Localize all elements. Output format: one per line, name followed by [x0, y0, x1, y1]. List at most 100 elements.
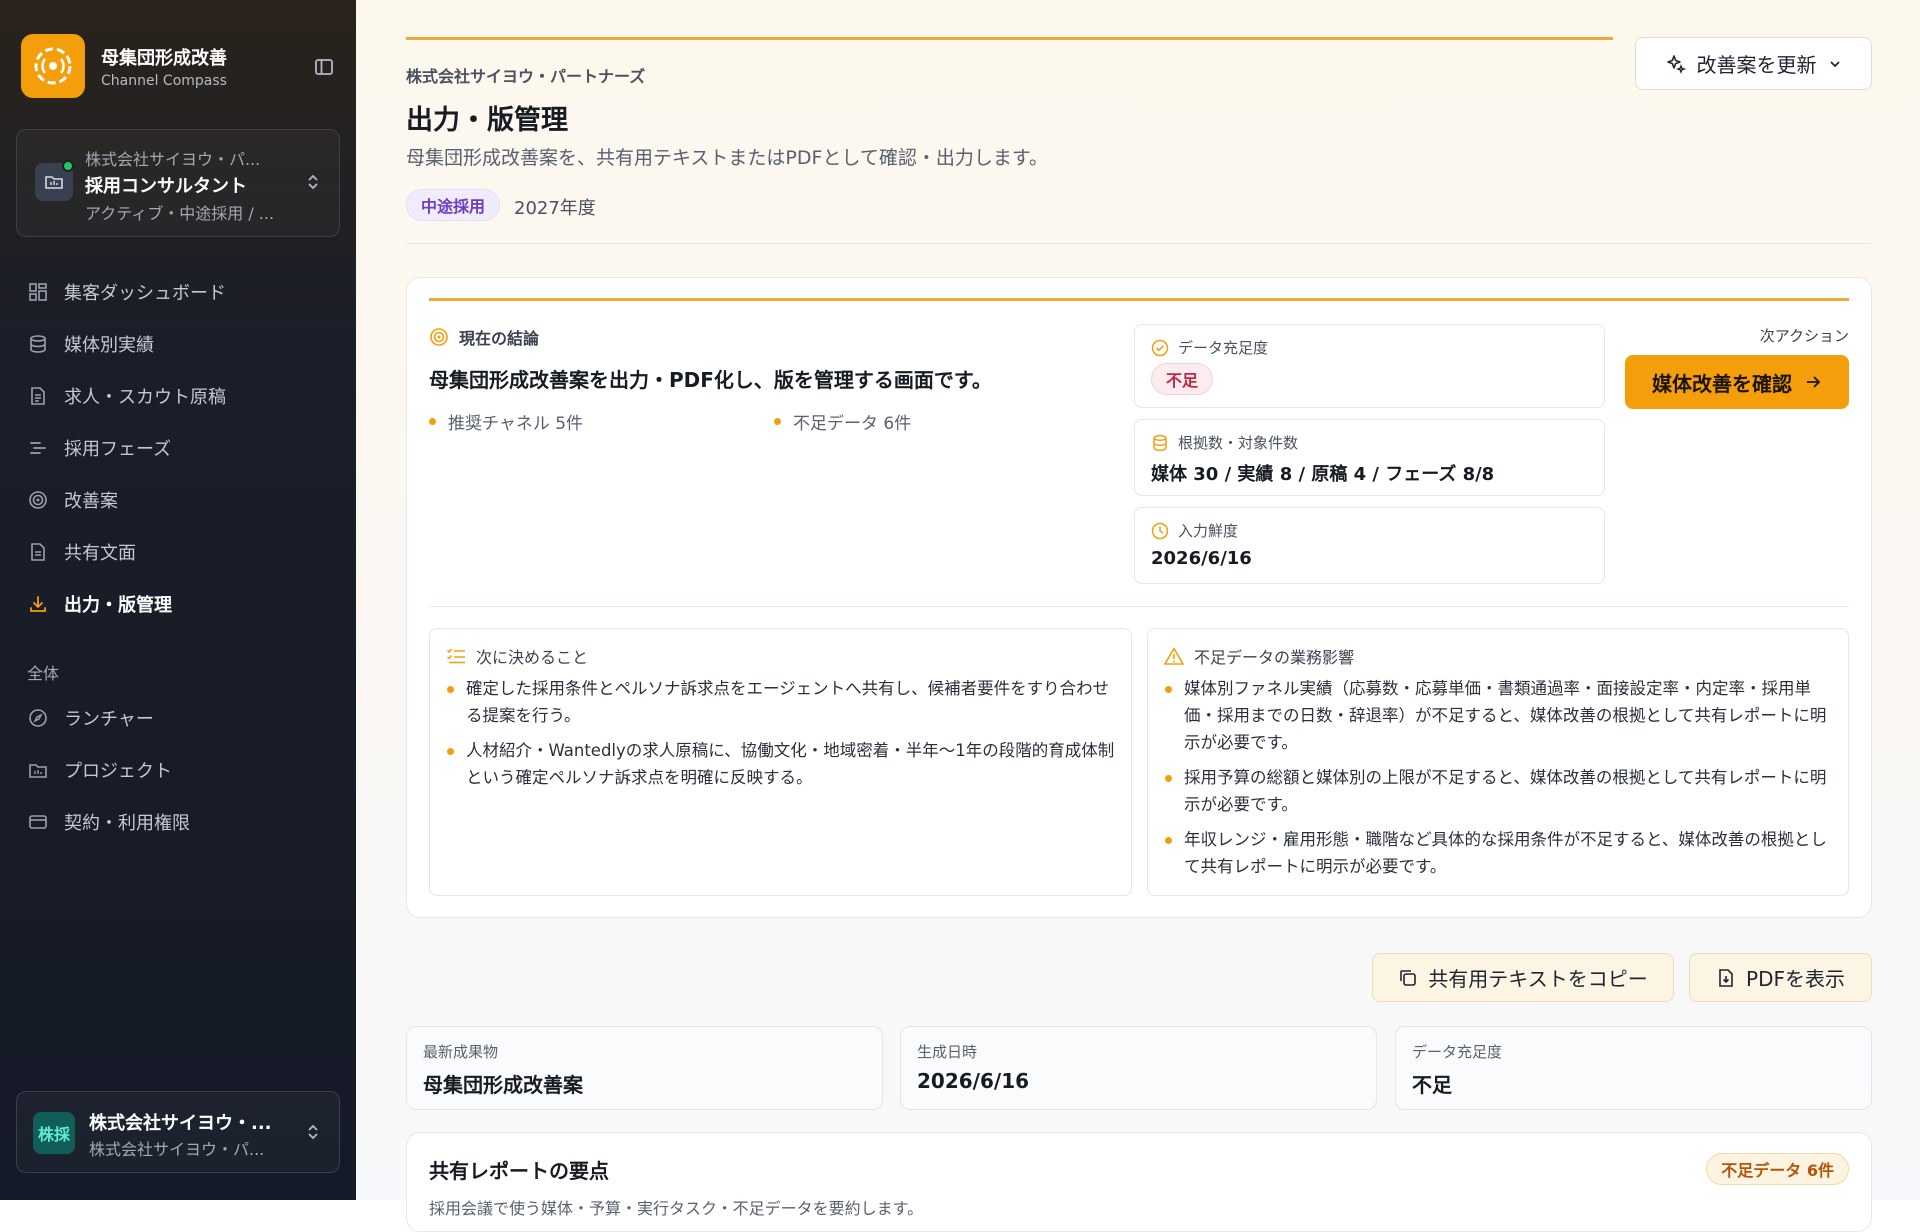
- nav-label: 共有文面: [64, 543, 136, 564]
- nav-item-output-versions[interactable]: 出力・版管理: [16, 578, 340, 630]
- main-content: 株式会社サイヨウ・パートナーズ 出力・版管理 母集団形成改善案を、共有用テキスト…: [356, 0, 1920, 1232]
- panel-title-text: 次に決めること: [476, 648, 589, 667]
- nav-item-projects[interactable]: プロジェクト: [16, 744, 340, 796]
- app-subtitle: Channel Compass: [101, 72, 227, 89]
- brand[interactable]: 母集団形成改善 Channel Compass: [21, 34, 341, 98]
- card-icon: [29, 815, 47, 829]
- workspace-switcher[interactable]: 株式会社サイヨウ・パ... 採用コンサルタント アクティブ・中途採用 / ...: [16, 129, 340, 237]
- clock-icon: [1151, 522, 1169, 539]
- copy-button-label: 共有用テキストをコピー: [1428, 967, 1648, 991]
- nav-label: 改善案: [64, 491, 118, 512]
- summary-card: 現在の結論 母集団形成改善案を出力・PDF化し、版を管理する画面です。 推奨チャ…: [406, 277, 1872, 918]
- panel-title-text: 不足データの業務影響: [1194, 648, 1355, 667]
- account-avatar: 株採: [33, 1112, 75, 1154]
- info-label: 生成日時: [917, 1043, 978, 1061]
- warning-icon: [1164, 647, 1184, 665]
- list-item: 採用予算の総額と媒体別の上限が不足すると、媒体改善の根拠として共有レポートに明示…: [1164, 764, 1832, 818]
- next-action-button-label: 媒体改善を確認: [1652, 371, 1792, 396]
- broadcast-icon: [34, 47, 72, 85]
- nav-item-contracts[interactable]: 契約・利用権限: [16, 796, 340, 848]
- data-sufficiency-box: データ充足度 不足: [1134, 324, 1605, 408]
- panel-title: 不足データの業務影響: [1164, 644, 1354, 668]
- sidebar: 母集団形成改善 Channel Compass 株式会社サイヨウ・パ... 採用…: [0, 0, 356, 1200]
- copy-icon: [1400, 969, 1417, 986]
- metric-label-text: データ充足度: [1178, 339, 1269, 357]
- nav-item-shared-text[interactable]: 共有文面: [16, 526, 340, 578]
- divider: [406, 243, 1871, 244]
- target-icon: [29, 491, 47, 509]
- main-nav: 集客ダッシュボード 媒体別実績 求人・スカウト原稿 採用フェーズ 改善案 共有文…: [16, 266, 340, 630]
- fiscal-year: 2027年度: [514, 198, 596, 219]
- missing-data-badge: 不足データ 6件: [1706, 1153, 1849, 1185]
- document-icon: [31, 387, 45, 405]
- list-item: 確定した採用条件とペルソナ訴求点をエージェントへ共有し、候補者要件をすり合わせる…: [446, 675, 1115, 729]
- nav-label: 採用フェーズ: [64, 439, 172, 460]
- info-value: 2026/6/16: [917, 1069, 1030, 1093]
- sparkles-icon: [1666, 54, 1686, 74]
- evidence-box: 根拠数・対象件数 媒体 30 / 実績 8 / 原稿 4 / フェーズ 8/8: [1134, 419, 1605, 496]
- panel-title: 次に決めること: [446, 644, 588, 668]
- account-switcher[interactable]: 株採 株式会社サイヨウ・... 株式会社サイヨウ・パ...: [16, 1091, 340, 1173]
- impact-list: 媒体別ファネル実績（応募数・応募単価・書類通過率・面接設定率・内定率・採用単価・…: [1164, 675, 1832, 888]
- list-item: 媒体別ファネル実績（応募数・応募単価・書類通過率・面接設定率・内定率・採用単価・…: [1164, 675, 1832, 756]
- database-icon: [30, 335, 46, 353]
- next-action-label: 次アクション: [1759, 327, 1849, 345]
- online-status-dot: [62, 160, 74, 172]
- nav-item-improvements[interactable]: 改善案: [16, 474, 340, 526]
- nav-item-launcher[interactable]: ランチャー: [16, 692, 340, 744]
- company-name: 株式会社サイヨウ・パートナーズ: [406, 67, 646, 86]
- copy-shared-text-button[interactable]: 共有用テキストをコピー: [1372, 953, 1674, 1002]
- info-label: 最新成果物: [423, 1043, 499, 1061]
- update-improvement-button[interactable]: 改善案を更新: [1635, 37, 1872, 90]
- decisions-list: 確定した採用条件とペルソナ訴求点をエージェントへ共有し、候補者要件をすり合わせる…: [446, 675, 1115, 799]
- info-value: 不足: [1412, 1073, 1452, 1097]
- metric-label: 根拠数・対象件数: [1151, 432, 1298, 453]
- app-title: 母集団形成改善: [101, 47, 227, 69]
- stat-channels: 推奨チャネル 5件: [429, 409, 583, 434]
- target-icon: [430, 328, 448, 346]
- report-subtitle: 採用会議で使う媒体・予算・実行タスク・不足データを要約します。: [429, 1199, 924, 1218]
- freshness-box: 入力鮮度 2026/6/16: [1134, 507, 1605, 584]
- download-icon: [30, 596, 46, 612]
- file-text-icon: [31, 543, 45, 561]
- conclusion-label: 現在の結論: [429, 325, 539, 349]
- workspace-company: 株式会社サイヨウ・パ...: [85, 150, 261, 169]
- report-title: 共有レポートの要点: [429, 1159, 609, 1183]
- account-name: 株式会社サイヨウ・...: [89, 1113, 272, 1134]
- data-sufficiency-card: データ充足度 不足: [1395, 1026, 1872, 1110]
- nav-label: 集客ダッシュボード: [64, 283, 226, 304]
- status-badge: 不足: [1151, 363, 1214, 395]
- chevron-down-icon: [1829, 60, 1840, 67]
- bullet-dot: [774, 418, 781, 425]
- generated-at-card: 生成日時 2026/6/16: [900, 1026, 1377, 1110]
- info-value: 母集団形成改善案: [423, 1073, 583, 1097]
- show-pdf-button[interactable]: PDFを表示: [1689, 953, 1872, 1002]
- nav-section-label: 全体: [27, 664, 60, 683]
- impact-panel: 不足データの業務影響 媒体別ファネル実績（応募数・応募単価・書類通過率・面接設定…: [1147, 628, 1849, 896]
- stat-channels-text: 推奨チャネル 5件: [448, 414, 584, 434]
- check-circle-icon: [1151, 339, 1169, 356]
- update-button-label: 改善案を更新: [1696, 53, 1817, 77]
- list-item: 年収レンジ・雇用形態・職階など具体的な採用条件が不足すると、媒体改善の根拠として…: [1164, 826, 1832, 880]
- nav-item-job-scout-drafts[interactable]: 求人・スカウト原稿: [16, 370, 340, 422]
- workspace-role: 採用コンサルタント: [85, 176, 247, 197]
- nav-item-dashboard[interactable]: 集客ダッシュボード: [16, 266, 340, 318]
- chevron-updown-icon: [305, 172, 321, 196]
- sidebar-toggle-icon[interactable]: [313, 56, 335, 78]
- workspace-status: アクティブ・中途採用 / ...: [85, 204, 275, 223]
- nav-label: 契約・利用権限: [64, 813, 190, 834]
- nav-label: ランチャー: [64, 709, 154, 730]
- metric-label-text: 入力鮮度: [1178, 522, 1239, 540]
- nav-item-media-results[interactable]: 媒体別実績: [16, 318, 340, 370]
- stat-missing-text: 不足データ 6件: [793, 414, 912, 434]
- info-label: データ充足度: [1412, 1043, 1503, 1061]
- decisions-panel: 次に決めること 確定した採用条件とペルソナ訴求点をエージェントへ共有し、候補者要…: [429, 628, 1132, 896]
- compass-icon: [29, 709, 47, 727]
- metric-label-text: 根拠数・対象件数: [1178, 434, 1299, 452]
- chevron-updown-icon: [305, 1122, 321, 1146]
- nav-item-hiring-phases[interactable]: 採用フェーズ: [16, 422, 340, 474]
- page-title: 出力・版管理: [406, 105, 568, 136]
- page-description: 母集団形成改善案を、共有用テキストまたはPDFとして確認・出力します。: [406, 147, 1048, 169]
- next-action-button[interactable]: 媒体改善を確認: [1625, 355, 1849, 409]
- nav-label: 出力・版管理: [64, 595, 172, 616]
